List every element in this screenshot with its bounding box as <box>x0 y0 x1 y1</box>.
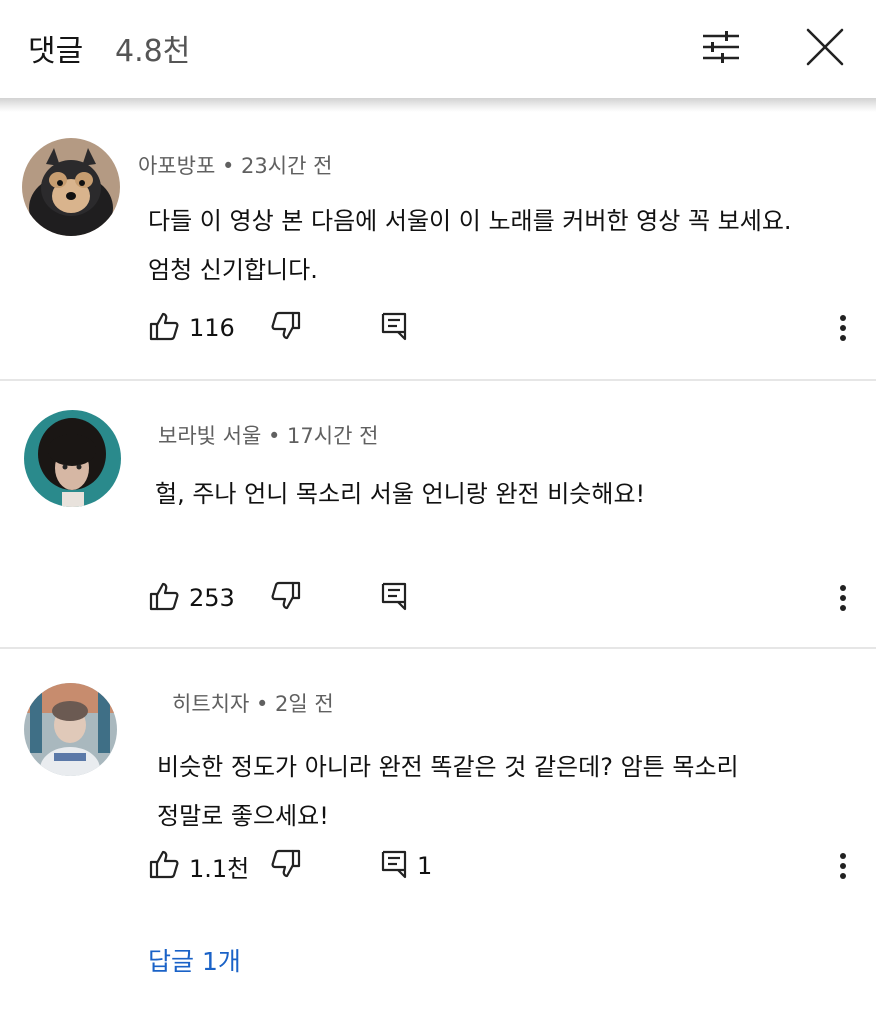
like-button[interactable]: 253 <box>148 578 235 618</box>
close-icon[interactable] <box>800 22 850 72</box>
comment-text-line: 다들 이 영상 본 다음에 서울이 이 노래를 커버한 영상 꼭 보세요. <box>148 207 792 235</box>
header-divider <box>0 98 876 112</box>
dislike-button[interactable] <box>270 578 302 618</box>
comment-meta: 아포방포 • 23시간 전 <box>138 150 332 180</box>
comment-time: 17시간 전 <box>287 424 379 448</box>
more-vertical-icon[interactable] <box>828 308 858 348</box>
more-vertical-icon[interactable] <box>828 578 858 618</box>
thumbs-up-icon <box>148 580 180 616</box>
thumbs-up-icon <box>148 310 180 346</box>
like-button[interactable]: 1.1천 <box>148 846 249 886</box>
comments-title: 댓글 <box>28 34 84 69</box>
comment-actions: 116 <box>148 308 858 348</box>
comment-text-line: 정말로 좋으세요! <box>157 802 329 830</box>
comment-meta: 보라빛 서울 • 17시간 전 <box>158 420 378 450</box>
comment-time: 23시간 전 <box>241 154 333 178</box>
comment-author[interactable]: 히트치자 <box>172 692 249 716</box>
avatar[interactable] <box>24 410 121 507</box>
reply-button[interactable]: 1 <box>380 846 432 886</box>
thumbs-down-icon <box>270 310 302 346</box>
reply-comment-icon <box>380 849 408 883</box>
reply-button[interactable] <box>380 308 417 348</box>
comment-text-line: 비슷한 정도가 아니라 완전 똑같은 것 같은데? 암튼 목소리 <box>157 753 739 781</box>
more-vertical-icon[interactable] <box>828 846 858 886</box>
meta-separator: • <box>221 154 242 178</box>
thumbs-down-icon <box>270 848 302 884</box>
comments-count: 4.8천 <box>115 34 191 69</box>
view-replies-link[interactable]: 답글 1개 <box>148 942 241 978</box>
comment-divider <box>0 647 876 649</box>
reply-button[interactable] <box>380 578 417 618</box>
comment-actions: 1.1천 1 <box>148 846 858 886</box>
comments-header: 댓글 4.8천 <box>0 0 876 98</box>
like-count: 1.1천 <box>189 854 250 883</box>
thumbs-up-icon <box>148 848 180 884</box>
dislike-button[interactable] <box>270 846 302 886</box>
comment-time: 2일 전 <box>275 692 334 716</box>
comment-meta: 히트치자 • 2일 전 <box>172 688 334 718</box>
comment-actions: 253 <box>148 578 858 618</box>
comment-author[interactable]: 보라빛 서울 <box>158 424 261 448</box>
reply-comment-icon <box>380 581 408 615</box>
comment-text: 헐, 주나 언니 목소리 서울 언니랑 완전 비슷해요! <box>155 480 646 508</box>
avatar[interactable] <box>24 683 117 776</box>
dislike-button[interactable] <box>270 308 302 348</box>
meta-separator: • <box>267 424 288 448</box>
comment-text: 비슷한 정도가 아니라 완전 똑같은 것 같은데? 암튼 목소리 정말로 좋으세… <box>157 743 847 841</box>
like-count: 116 <box>189 314 235 342</box>
comment-text: 다들 이 영상 본 다음에 서울이 이 노래를 커버한 영상 꼭 보세요. 엄청… <box>148 197 838 295</box>
comment-divider <box>0 379 876 381</box>
avatar[interactable] <box>22 138 120 236</box>
like-count: 253 <box>189 584 235 612</box>
reply-comment-icon <box>380 311 408 345</box>
thumbs-down-icon <box>270 580 302 616</box>
sliders-icon[interactable] <box>696 26 746 68</box>
comment-text-line: 엄청 신기합니다. <box>148 256 318 284</box>
like-button[interactable]: 116 <box>148 308 235 348</box>
meta-separator: • <box>255 692 276 716</box>
reply-count: 1 <box>417 852 433 880</box>
comment-author[interactable]: 아포방포 <box>138 154 215 178</box>
